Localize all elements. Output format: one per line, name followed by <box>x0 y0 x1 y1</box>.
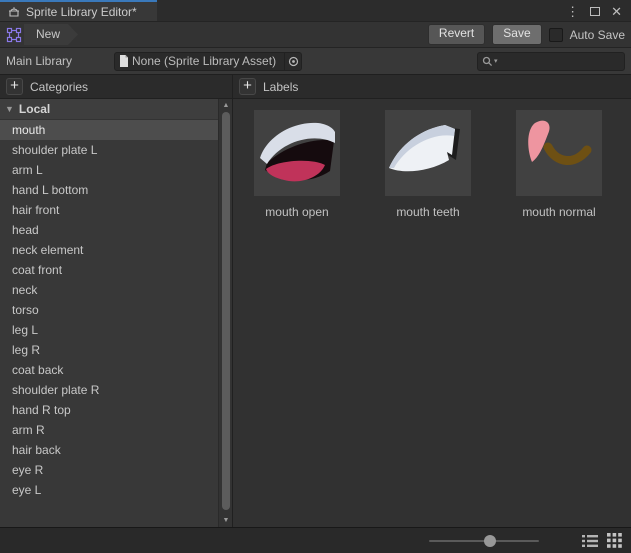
category-item[interactable]: shoulder plate R <box>0 380 232 400</box>
label-name: mouth open <box>265 205 328 219</box>
labels-title: Labels <box>263 80 298 94</box>
sprite-thumbnail-mouth-open[interactable] <box>254 110 340 196</box>
sprite-thumbnail-mouth-normal[interactable] <box>516 110 602 196</box>
scrollbar-thumb[interactable] <box>222 112 230 510</box>
labels-header: + Labels <box>233 75 631 98</box>
content-area: ▼ Local mouthshoulder plate Larm Lhand L… <box>0 99 631 527</box>
foldout-triangle-icon: ▼ <box>5 104 14 114</box>
categories-scrollbar[interactable]: ▲ ▼ <box>218 99 232 527</box>
search-input[interactable] <box>499 54 620 68</box>
grid-view-icon[interactable] <box>606 532 623 549</box>
categories-list: mouthshoulder plate Larm Lhand L bottomh… <box>0 120 232 500</box>
main-library-row: Main Library None (Sprite Library Asset)… <box>0 48 631 75</box>
close-icon[interactable]: ✕ <box>611 5 622 18</box>
sprite-thumbnail-mouth-teeth[interactable] <box>385 110 471 196</box>
asset-field-value: None (Sprite Library Asset) <box>129 54 284 68</box>
category-item[interactable]: torso <box>0 300 232 320</box>
category-item[interactable]: hand L bottom <box>0 180 232 200</box>
sprite-library-window-icon <box>7 5 21 19</box>
category-item[interactable]: arm L <box>0 160 232 180</box>
category-item[interactable]: hand R top <box>0 400 232 420</box>
category-item[interactable]: head <box>0 220 232 240</box>
category-item[interactable]: coat front <box>0 260 232 280</box>
category-item[interactable]: arm R <box>0 420 232 440</box>
category-item[interactable]: hair front <box>0 200 232 220</box>
title-bar: Sprite Library Editor* ⋮ ✕ <box>0 0 631 22</box>
sprite-library-asset-icon <box>6 27 22 43</box>
categories-header: + Categories <box>0 75 233 98</box>
auto-save-checkbox[interactable] <box>549 28 563 42</box>
category-item[interactable]: shoulder plate L <box>0 140 232 160</box>
search-field[interactable]: ▾ <box>477 52 625 71</box>
category-item[interactable]: leg L <box>0 320 232 340</box>
tab-title: Sprite Library Editor* <box>26 5 137 19</box>
scrollbar-down-icon[interactable]: ▼ <box>219 514 233 527</box>
label-item-mouth-teeth[interactable]: mouth teeth <box>385 110 471 219</box>
category-item[interactable]: hair back <box>0 440 232 460</box>
categories-panel: ▼ Local mouthshoulder plate Larm Lhand L… <box>0 99 233 527</box>
toolbar: New Revert Save Auto Save <box>0 22 631 48</box>
category-item[interactable]: mouth <box>0 120 232 140</box>
asset-file-icon <box>119 55 129 67</box>
label-name: mouth teeth <box>396 205 459 219</box>
scrollbar-up-icon[interactable]: ▲ <box>219 99 233 112</box>
local-group-label: Local <box>19 102 50 116</box>
thumbnail-size-slider[interactable] <box>429 540 539 542</box>
object-picker-icon[interactable] <box>284 53 301 70</box>
maximize-icon[interactable] <box>590 7 600 16</box>
category-item[interactable]: neck element <box>0 240 232 260</box>
main-library-label: Main Library <box>6 54 114 68</box>
add-category-button[interactable]: + <box>6 78 23 95</box>
categories-title: Categories <box>30 80 88 94</box>
add-label-button[interactable]: + <box>239 78 256 95</box>
local-group-foldout[interactable]: ▼ Local <box>0 99 232 120</box>
category-item[interactable]: eye L <box>0 480 232 500</box>
category-item[interactable]: coat back <box>0 360 232 380</box>
list-view-icon[interactable] <box>581 532 598 549</box>
panel-headers: + Categories + Labels <box>0 75 631 99</box>
label-name: mouth normal <box>522 205 595 219</box>
auto-save-label: Auto Save <box>570 28 625 42</box>
sprite-library-asset-field[interactable]: None (Sprite Library Asset) <box>114 52 302 71</box>
category-item[interactable]: neck <box>0 280 232 300</box>
label-item-mouth-normal[interactable]: mouth normal <box>516 110 602 219</box>
label-item-mouth-open[interactable]: mouth open <box>254 110 340 219</box>
bottom-bar <box>0 527 631 553</box>
category-item[interactable]: leg R <box>0 340 232 360</box>
revert-button[interactable]: Revert <box>428 24 485 44</box>
labels-panel: mouth open mouth teeth mouth normal <box>233 99 631 527</box>
search-filter-caret-icon: ▾ <box>494 57 498 65</box>
save-button[interactable]: Save <box>492 24 541 44</box>
search-icon <box>482 56 493 67</box>
window-menu-icon[interactable]: ⋮ <box>566 5 579 18</box>
tab-sprite-library-editor[interactable]: Sprite Library Editor* <box>0 0 157 21</box>
category-item[interactable]: eye R <box>0 460 232 480</box>
breadcrumb-new[interactable]: New <box>24 24 78 45</box>
slider-knob[interactable] <box>484 535 496 547</box>
